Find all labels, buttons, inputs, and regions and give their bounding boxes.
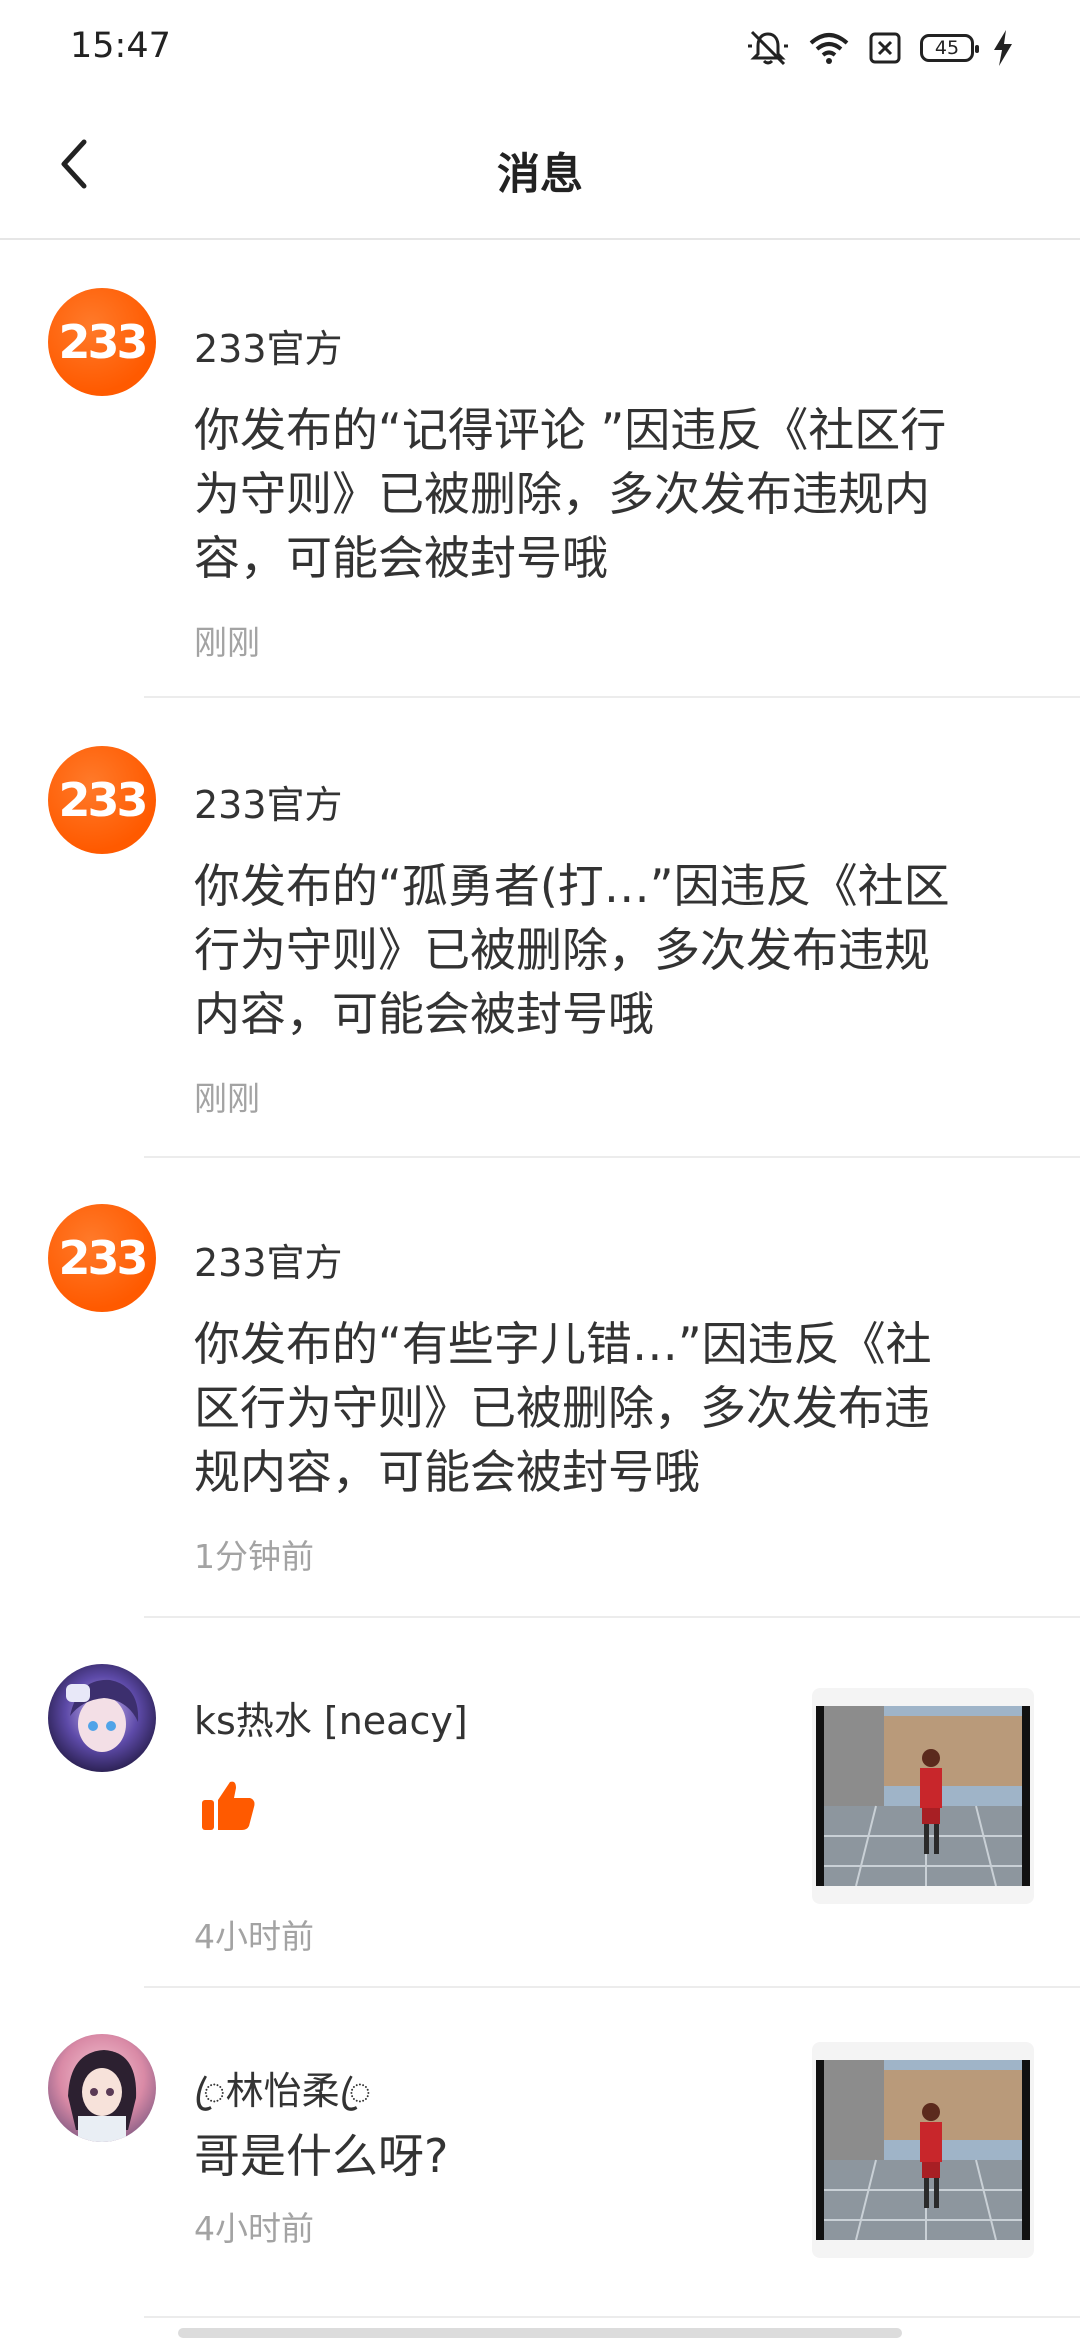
divider: [144, 2316, 1080, 2318]
sender-name: 233官方: [194, 783, 343, 827]
avatar[interactable]: 233: [48, 1204, 156, 1312]
avatar-text: 233: [58, 1231, 148, 1285]
avatar-image: [66, 1679, 139, 1752]
status-time: 15:47: [70, 26, 171, 66]
message-time: 1分钟前: [194, 1537, 314, 1576]
header: 消息: [0, 96, 1080, 240]
avatar-image: [68, 2050, 137, 2142]
bottom-scroll-indicator: [178, 2328, 902, 2338]
avatar[interactable]: 233: [48, 288, 156, 396]
status-icons: 45: [746, 26, 1014, 70]
message-content: 你发布的“记得评论 ”因违反《社区行为守则》已被删除，多次发布违规内容，可能会被…: [194, 403, 947, 585]
thumbnail-image: [816, 1706, 1030, 1886]
page-title: 消息: [497, 150, 583, 200]
message-content: 你发布的“孤勇者(打…”因违反《社区行为守则》已被删除，多次发布违规内容，可能会…: [194, 859, 950, 1041]
avatar[interactable]: [48, 2034, 156, 2142]
avatar[interactable]: [48, 1664, 156, 1772]
thumbnail-image: [816, 2060, 1030, 2240]
post-thumbnail[interactable]: [812, 1688, 1034, 1904]
mute-bell-icon: [748, 30, 788, 66]
avatar-text: 233: [58, 315, 148, 369]
thumbs-up-icon: [202, 1781, 255, 1830]
battery-level: 45: [934, 37, 960, 59]
sender-name: 233官方: [194, 1241, 343, 1285]
message-time: 刚刚: [194, 623, 260, 662]
wifi-icon: [809, 33, 849, 64]
message-content: 你发布的“有些字儿错…”因违反《社区行为守则》已被删除，多次发布违规内容，可能会…: [194, 1317, 932, 1499]
avatar-text: 233: [58, 773, 148, 827]
sim-error-icon: [869, 32, 901, 64]
message-time: 刚刚: [194, 1079, 260, 1118]
list-item[interactable]: 233 233官方 你发布的“记得评论 ”因违反《社区行为守则》已被删除，多次发…: [0, 240, 1080, 698]
post-thumbnail[interactable]: [812, 2042, 1034, 2258]
list-item[interactable]: 233 233官方 你发布的“有些字儿错…”因违反《社区行为守则》已被删除，多次…: [0, 1158, 1080, 1618]
battery-icon: 45: [920, 34, 979, 62]
message-list: 233 233官方 你发布的“记得评论 ”因违反《社区行为守则》已被删除，多次发…: [0, 240, 1080, 2318]
avatar[interactable]: 233: [48, 746, 156, 854]
list-item[interactable]: 233 233官方 你发布的“孤勇者(打…”因违反《社区行为守则》已被删除，多次…: [0, 698, 1080, 1158]
charging-bolt-icon: [994, 30, 1012, 66]
sender-name: 233官方: [194, 327, 343, 371]
list-item[interactable]: ks热水 [neacy] 4小时前: [0, 1618, 1080, 1988]
status-bar: 15:47 45: [0, 0, 1080, 96]
sender-name: ks热水 [neacy]: [194, 1699, 468, 1743]
message-time: 4小时前: [194, 1917, 314, 1956]
message-time: 4小时前: [194, 2209, 314, 2248]
list-item[interactable]: ꦿ林怡柔ꦿ 哥是什么呀? 4小时前: [0, 1988, 1080, 2318]
